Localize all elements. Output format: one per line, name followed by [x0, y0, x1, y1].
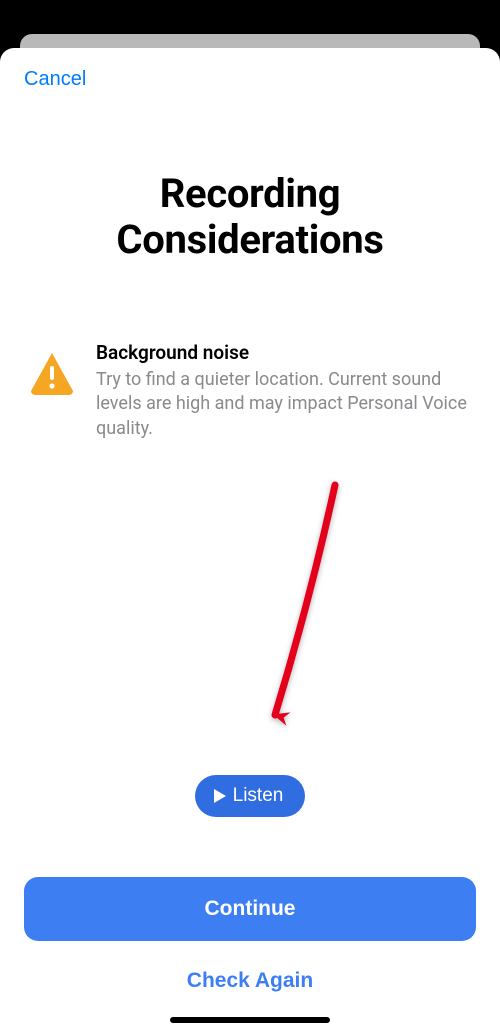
page-title-line1: Recording: [160, 170, 341, 217]
page-title-line2: Considerations: [116, 216, 383, 263]
continue-button[interactable]: Continue: [24, 877, 476, 941]
consideration-heading: Background noise: [96, 341, 468, 364]
check-again-button[interactable]: Check Again: [187, 969, 313, 993]
cancel-button[interactable]: Cancel: [24, 64, 86, 95]
listen-button[interactable]: Listen: [195, 775, 306, 817]
listen-button-label: Listen: [233, 785, 284, 807]
spacer: [24, 441, 476, 775]
consideration-item: Background noise Try to find a quieter l…: [24, 341, 476, 441]
modal-sheet: Cancel Recording Considerations Backgrou…: [0, 48, 500, 1031]
consideration-text: Background noise Try to find a quieter l…: [96, 341, 472, 441]
listen-button-container: Listen: [24, 775, 476, 817]
home-indicator: [170, 1017, 330, 1023]
play-icon: [213, 788, 227, 804]
consideration-body: Try to find a quieter location. Current …: [96, 368, 468, 441]
warning-triangle-icon: [28, 351, 76, 395]
page-title: Recording Considerations: [24, 171, 476, 263]
